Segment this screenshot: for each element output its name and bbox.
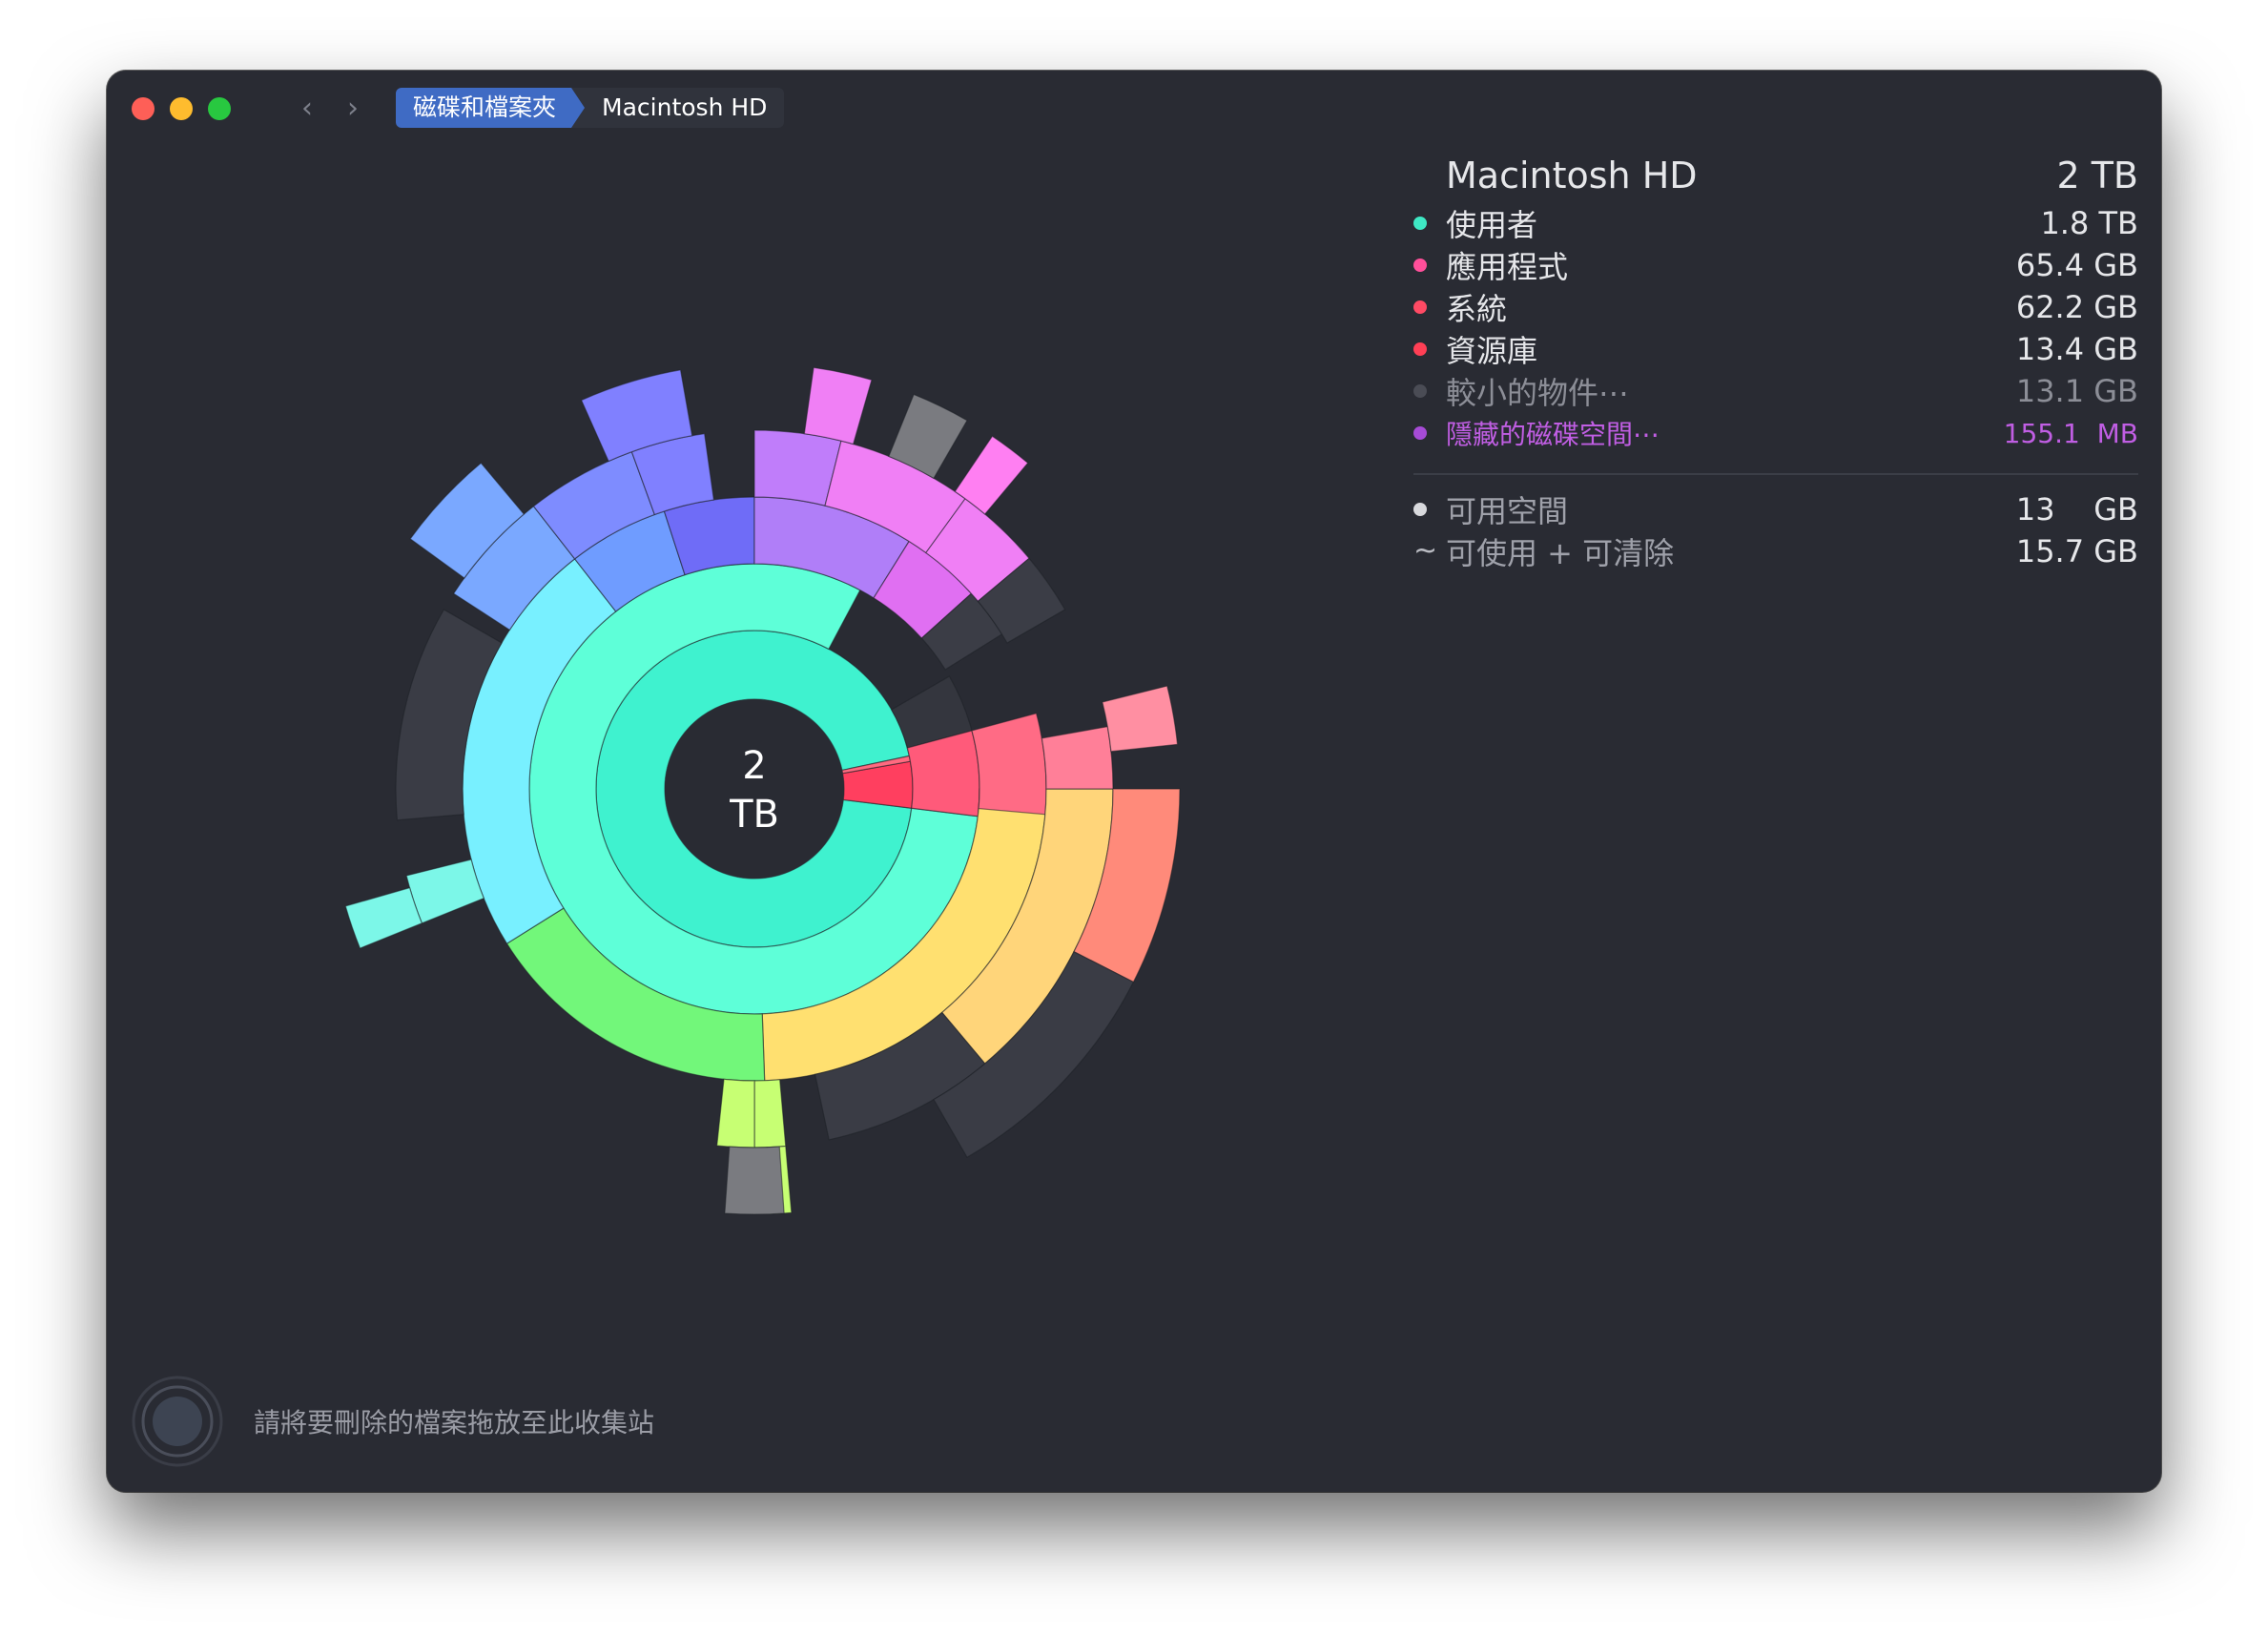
category-size: 13.4 GB bbox=[2015, 331, 2138, 367]
category-label: 資源庫 bbox=[1446, 333, 1538, 369]
sunburst-segment[interactable] bbox=[716, 1078, 755, 1149]
free-space-row: ~ 可使用 + 可清除 15.7 GB bbox=[1413, 530, 2138, 572]
category-size: 13.1 GB bbox=[2015, 373, 2138, 409]
tilde-icon: ~ bbox=[1413, 534, 1438, 568]
category-list: 使用者 1.8 TB 應用程式 65.4 GB 系統 62.2 GB 資源庫 13.4 GB 較… bbox=[1413, 202, 2138, 454]
divider bbox=[1413, 473, 2138, 475]
sunburst-segment[interactable] bbox=[1102, 685, 1179, 753]
free-space-list: 可用空間 13 GB ~ 可使用 + 可清除 15.7 GB bbox=[1413, 488, 2138, 572]
free-space-row: 可用空間 13 GB bbox=[1413, 488, 2138, 530]
app-window: ‹ › 磁碟和檔案夾 Macintosh HD 2 TB Macintosh H… bbox=[107, 71, 2161, 1492]
category-size: 65.4 GB bbox=[2015, 247, 2138, 283]
category-label: 系統 bbox=[1446, 291, 1508, 327]
category-row[interactable]: 資源庫 13.4 GB bbox=[1413, 328, 2138, 370]
category-row[interactable]: 使用者 1.8 TB bbox=[1413, 202, 2138, 244]
chart-center-unit: TB bbox=[729, 793, 779, 837]
category-size: 62.2 GB bbox=[2015, 289, 2138, 325]
category-color-dot bbox=[1413, 300, 1427, 314]
free-space-dot bbox=[1413, 503, 1427, 516]
category-size: 155.1 MB bbox=[2003, 417, 2138, 449]
category-color-dot bbox=[1413, 342, 1427, 356]
free-space-label: 可用空間 bbox=[1446, 493, 1569, 529]
category-row[interactable]: 系統 62.2 GB bbox=[1413, 286, 2138, 328]
sunburst-segment[interactable] bbox=[1041, 726, 1114, 790]
drop-hint-text: 請將要刪除的檔案拖放至此收集站 bbox=[254, 1407, 655, 1438]
category-color-dot bbox=[1413, 426, 1427, 440]
category-label: 隱藏的磁碟空間⋯ bbox=[1446, 419, 1660, 450]
category-row[interactable]: 應用程式 65.4 GB bbox=[1413, 244, 2138, 286]
free-space-size: 15.7 GB bbox=[2015, 533, 2138, 569]
free-space-size: 13 GB bbox=[2015, 491, 2138, 528]
chart-center-value: 2 bbox=[742, 744, 766, 788]
category-color-dot bbox=[1413, 217, 1427, 230]
collector-drop-zone[interactable] bbox=[132, 1376, 223, 1467]
category-label: 使用者 bbox=[1446, 207, 1538, 243]
sunburst-segment[interactable] bbox=[344, 886, 423, 949]
disk-usage-sunburst-chart[interactable]: 2 TB bbox=[107, 71, 1347, 1406]
category-row[interactable]: 較小的物件⋯ 13.1 GB bbox=[1413, 370, 2138, 412]
category-color-dot bbox=[1413, 259, 1427, 272]
sunburst-segment[interactable] bbox=[724, 1146, 785, 1215]
panel-title: Macintosh HD bbox=[1446, 155, 1698, 197]
panel-total: 2 TB bbox=[2056, 155, 2138, 197]
chart-center-button[interactable] bbox=[665, 699, 844, 879]
panel-header: Macintosh HD 2 TB bbox=[1446, 149, 2138, 202]
category-label: 應用程式 bbox=[1446, 249, 1569, 285]
category-row[interactable]: 隱藏的磁碟空間⋯ 155.1 MB bbox=[1413, 412, 2138, 454]
category-color-dot bbox=[1413, 384, 1427, 398]
sunburst-segment[interactable] bbox=[971, 713, 1047, 816]
category-size: 1.8 TB bbox=[2040, 205, 2138, 241]
category-label: 較小的物件⋯ bbox=[1446, 375, 1630, 411]
free-space-label: 可使用 + 可清除 bbox=[1446, 535, 1675, 571]
sunburst-segment[interactable] bbox=[753, 1079, 787, 1149]
info-panel: Macintosh HD 2 TB 使用者 1.8 TB 應用程式 65.4 GB 系統… bbox=[1413, 149, 2138, 572]
sunburst-segment[interactable] bbox=[803, 366, 873, 445]
